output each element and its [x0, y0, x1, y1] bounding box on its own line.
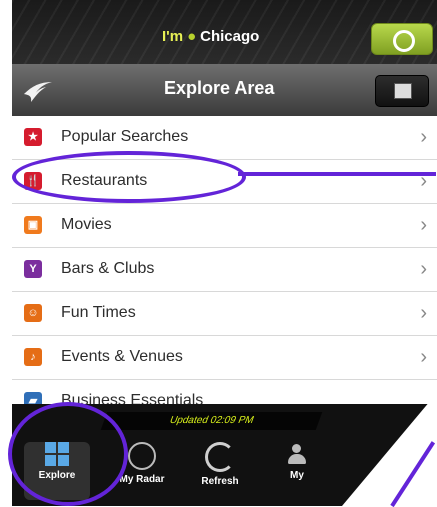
- tab-label: My: [290, 470, 304, 481]
- page-title: Explore Area: [164, 78, 275, 98]
- menu-item-fun-times[interactable]: ☺ Fun Times ›: [12, 292, 437, 336]
- refresh-icon: [205, 442, 235, 472]
- status-bar: I'm ● Chicago: [12, 0, 437, 64]
- menu-item-label: Events & Venues: [61, 348, 183, 365]
- bird-icon: [24, 82, 52, 102]
- restaurants-callout-line: [238, 172, 436, 176]
- locate-button[interactable]: [371, 23, 433, 55]
- profile-icon: [285, 442, 309, 466]
- chevron-right-icon: ›: [420, 214, 427, 236]
- menu-item-label: Movies: [61, 216, 112, 233]
- menu-item-bars-clubs[interactable]: Y Bars & Clubs ›: [12, 248, 437, 292]
- location-label: I'm ● Chicago: [162, 28, 259, 45]
- menu-item-movies[interactable]: ▣ Movies ›: [12, 204, 437, 248]
- tab-my-profile[interactable]: My: [262, 442, 332, 500]
- menu-item-label: Popular Searches: [61, 128, 189, 145]
- smile-icon: ☺: [24, 304, 42, 322]
- chevron-right-icon: ›: [420, 346, 427, 368]
- edit-button[interactable]: [375, 75, 429, 107]
- tab-label: Refresh: [201, 476, 239, 487]
- cocktail-icon: Y: [24, 260, 42, 278]
- chevron-right-icon: ›: [420, 258, 427, 280]
- navigation-bar: Explore Area: [12, 64, 437, 117]
- menu-item-label: Bars & Clubs: [61, 260, 155, 277]
- music-icon: ♪: [24, 348, 42, 366]
- chevron-right-icon: ›: [420, 126, 427, 148]
- menu-item-label: Fun Times: [61, 304, 136, 321]
- locate-icon: [393, 30, 415, 52]
- edit-icon: [394, 83, 412, 99]
- film-icon: ▣: [24, 216, 42, 234]
- location-dot-icon: ●: [187, 28, 197, 45]
- restaurants-highlight-circle: [12, 151, 246, 203]
- location-prefix: I'm: [162, 28, 184, 45]
- chevron-right-icon: ›: [420, 302, 427, 324]
- location-city: Chicago: [200, 28, 260, 45]
- menu-item-events-venues[interactable]: ♪ Events & Venues ›: [12, 336, 437, 380]
- radar-icon: [128, 442, 156, 470]
- star-icon: ★: [24, 128, 42, 146]
- tab-refresh[interactable]: Refresh: [185, 442, 255, 500]
- explore-highlight-circle: [8, 402, 128, 506]
- update-status: Updated 02:09 PM: [100, 412, 323, 430]
